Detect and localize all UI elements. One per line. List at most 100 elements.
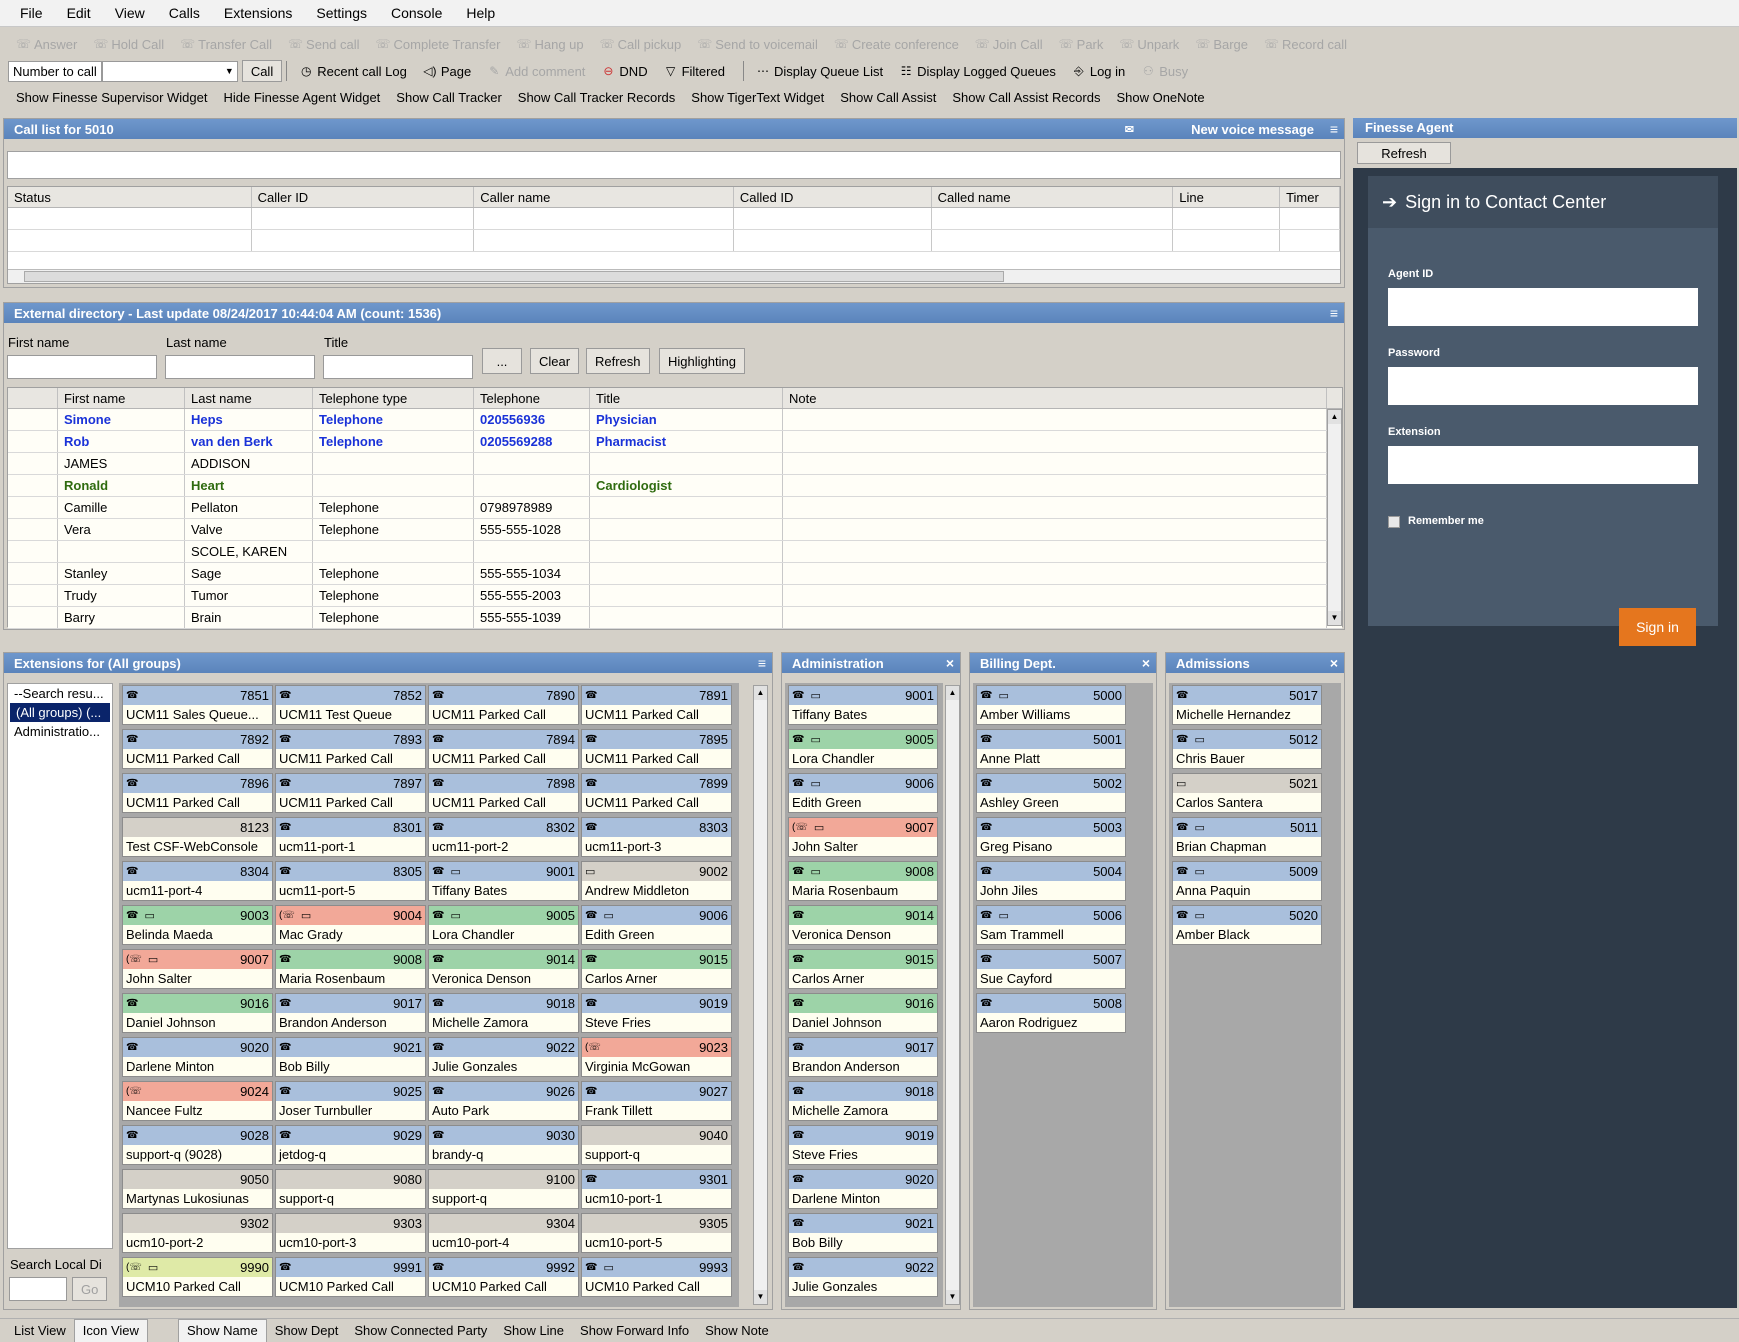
finesse-refresh-button[interactable]: Refresh <box>1357 142 1451 164</box>
extension-tile[interactable]: ☎ 7851 UCM11 Sales Queue... <box>122 685 273 725</box>
extension-tile[interactable]: ☎ ▭ 9008 Maria Rosenbaum <box>788 861 938 901</box>
extension-tile[interactable]: ☎ 9301 ucm10-port-1 <box>581 1169 732 1209</box>
display-queue-list-button[interactable]: ⋯ Display Queue List <box>748 59 891 83</box>
extension-tile[interactable]: ☎ 9992 UCM10 Parked Call <box>428 1257 579 1297</box>
show-call-tracker-button[interactable]: Show Call Tracker <box>388 85 509 109</box>
menu-file[interactable]: File <box>8 0 55 26</box>
extension-tile[interactable]: (☏ 9024 Nancee Fultz <box>122 1081 273 1121</box>
extension-tile[interactable]: (☏ ▭ 9007 John Salter <box>122 949 273 989</box>
table-row[interactable]: Rob van den Berk Telephone 0205569288 Pharma… <box>8 431 1342 453</box>
list-view-toggle[interactable]: List View <box>6 1320 74 1342</box>
extension-tile[interactable]: ☎ 9022 Julie Gonzales <box>428 1037 579 1077</box>
extension-tile[interactable]: 9305 ucm10-port-5 <box>581 1213 732 1253</box>
call-pickup-button[interactable]: ☏ Call pickup <box>592 32 690 56</box>
column-header-first-name[interactable]: First name <box>58 388 185 408</box>
page-button[interactable]: ◁) Page <box>415 59 479 83</box>
hamburger-menu-icon[interactable]: ≡ <box>758 655 766 671</box>
extension-tile[interactable]: ☎ 7894 UCM11 Parked Call <box>428 729 579 769</box>
show-finesse-supervisor-widget-button[interactable]: Show Finesse Supervisor Widget <box>8 85 215 109</box>
extension-tile[interactable]: ☎ ▭ 5012 Chris Bauer <box>1172 729 1322 769</box>
extension-tile[interactable]: ☎ ▭ 9005 Lora Chandler <box>428 905 579 945</box>
extension-tile[interactable]: ☎ 9991 UCM10 Parked Call <box>275 1257 426 1297</box>
table-row[interactable]: Barry Brain Telephone 555-555-1039 <box>8 607 1342 629</box>
title-input[interactable] <box>323 355 473 379</box>
show-call-assist-records-button[interactable]: Show Call Assist Records <box>944 85 1108 109</box>
agent-id-input[interactable] <box>1388 288 1698 326</box>
show-call-assist-button[interactable]: Show Call Assist <box>832 85 944 109</box>
extension-tile[interactable]: 9050 Martynas Lukosiunas <box>122 1169 273 1209</box>
extension-tile[interactable]: ☎ ▭ 9006 Edith Green <box>581 905 732 945</box>
table-row[interactable]: SCOLE, KAREN <box>8 541 1342 563</box>
send-call-button[interactable]: ☏ Send call <box>280 32 367 56</box>
extension-tile[interactable]: ☎ ▭ 9001 Tiffany Bates <box>428 861 579 901</box>
extension-tile[interactable]: ☎ ▭ 9005 Lora Chandler <box>788 729 938 769</box>
extension-tile[interactable]: ☎ 9014 Veronica Denson <box>788 905 938 945</box>
menu-view[interactable]: View <box>103 0 157 26</box>
hang-up-button[interactable]: ☏ Hang up <box>508 32 591 56</box>
extension-tile[interactable]: ☎ 9014 Veronica Denson <box>428 949 579 989</box>
extension-tile[interactable]: ☎ 8301 ucm11-port-1 <box>275 817 426 857</box>
menu-extensions[interactable]: Extensions <box>212 0 304 26</box>
column-header-telephone[interactable]: Telephone <box>474 388 590 408</box>
column-header-called-id[interactable]: Called ID <box>734 187 932 207</box>
extension-tile[interactable]: ☎ 9017 Brandon Anderson <box>275 993 426 1033</box>
menu-settings[interactable]: Settings <box>304 0 379 26</box>
extension-tile[interactable]: ☎ 9008 Maria Rosenbaum <box>275 949 426 989</box>
add-comment-button[interactable]: ✎ Add comment <box>479 59 593 83</box>
column-header-last-name[interactable]: Last name <box>185 388 313 408</box>
dnd-button[interactable]: ⊖ DND <box>593 59 655 83</box>
extension-tile[interactable]: 9080 support-q <box>275 1169 426 1209</box>
last-name-input[interactable] <box>165 355 315 379</box>
extension-tile[interactable]: ☎ ▭ 9001 Tiffany Bates <box>788 685 938 725</box>
refresh-button[interactable]: Refresh <box>586 348 650 374</box>
extension-tile[interactable]: ☎ 9028 support-q (9028) <box>122 1125 273 1165</box>
extension-tile[interactable]: (☏ ▭ 9007 John Salter <box>788 817 938 857</box>
show-name-toggle[interactable]: Show Name <box>177 1318 267 1342</box>
extension-tile[interactable]: ☎ 5004 John Jiles <box>976 861 1126 901</box>
extension-tile[interactable]: ☎ 7896 UCM11 Parked Call <box>122 773 273 813</box>
extension-tile[interactable]: ☎ 9019 Steve Fries <box>788 1125 938 1165</box>
show-line-toggle[interactable]: Show Line <box>495 1320 572 1342</box>
number-to-call-input[interactable]: ▼ <box>101 60 238 82</box>
show-onenote-button[interactable]: Show OneNote <box>1108 85 1212 109</box>
column-header-called-name[interactable]: Called name <box>932 187 1174 207</box>
hamburger-menu-icon[interactable]: ≡ <box>1330 305 1338 321</box>
barge-button[interactable]: ☏ Barge <box>1187 32 1256 56</box>
unpark-button[interactable]: ☏ Unpark <box>1111 32 1187 56</box>
extension-tile[interactable]: 8123 Test CSF-WebConsole <box>122 817 273 857</box>
extension-tile[interactable]: ☎ 9015 Carlos Arner <box>581 949 732 989</box>
hold-call-button[interactable]: ☏ Hold Call <box>85 32 172 56</box>
vertical-scrollbar[interactable]: ▲ ▼ <box>945 685 960 1305</box>
menu-help[interactable]: Help <box>454 0 507 26</box>
table-row[interactable]: Camille Pellaton Telephone 0798978989 <box>8 497 1342 519</box>
extension-tile[interactable]: ☎ 9015 Carlos Arner <box>788 949 938 989</box>
extension-tile[interactable]: ☎ 7890 UCM11 Parked Call <box>428 685 579 725</box>
password-input[interactable] <box>1388 367 1698 405</box>
call-button[interactable]: Call <box>241 60 283 82</box>
extension-tile[interactable]: ☎ 7893 UCM11 Parked Call <box>275 729 426 769</box>
search-local-input[interactable] <box>9 1277 67 1301</box>
group-item-all[interactable]: (All groups) (... <box>10 703 110 722</box>
extension-tile[interactable]: 9303 ucm10-port-3 <box>275 1213 426 1253</box>
menu-calls[interactable]: Calls <box>157 0 212 26</box>
close-icon[interactable]: × <box>1330 655 1338 671</box>
extension-tile[interactable]: (☏ ▭ 9004 Mac Grady <box>275 905 426 945</box>
table-row[interactable]: Ronald Heart Cardiologist <box>8 475 1342 497</box>
answer-button[interactable]: ☏ Answer <box>8 32 85 56</box>
new-voice-message-link[interactable]: New voice message <box>1191 122 1314 137</box>
extension-tile[interactable]: ☎ 5008 Aaron Rodriguez <box>976 993 1126 1033</box>
group-item-administration[interactable]: Administratio... <box>8 722 112 741</box>
filtered-button[interactable]: ▽ Filtered <box>656 59 733 83</box>
vertical-scrollbar[interactable]: ▲ ▼ <box>1327 409 1342 626</box>
extension-tile[interactable]: (☏ ▭ 9990 UCM10 Parked Call <box>122 1257 273 1297</box>
extension-tile[interactable]: ☎ 9016 Daniel Johnson <box>122 993 273 1033</box>
extension-tile[interactable]: ☎ 9020 Darlene Minton <box>788 1169 938 1209</box>
close-icon[interactable]: × <box>946 655 954 671</box>
show-note-toggle[interactable]: Show Note <box>697 1320 777 1342</box>
send-to-voicemail-button[interactable]: ☏ Send to voicemail <box>689 32 826 56</box>
go-button[interactable]: Go <box>72 1277 108 1301</box>
extension-tile[interactable]: ☎ 9021 Bob Billy <box>275 1037 426 1077</box>
menu-edit[interactable]: Edit <box>55 0 103 26</box>
extension-tile[interactable]: ☎ 9018 Michelle Zamora <box>788 1081 938 1121</box>
horizontal-scrollbar[interactable] <box>8 269 1340 283</box>
